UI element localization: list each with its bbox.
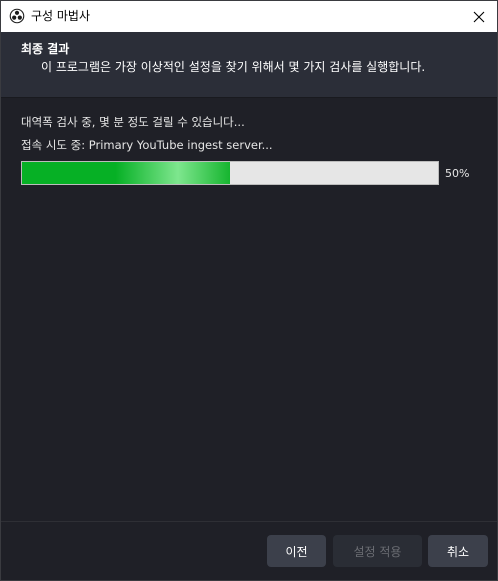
page-description: 이 프로그램은 가장 이상적인 설정을 찾기 위해서 몇 가지 검사를 실행합니… <box>41 60 426 74</box>
wizard-footer: 이전 설정 적용 취소 <box>1 522 497 580</box>
cancel-button[interactable]: 취소 <box>428 535 488 567</box>
close-button[interactable] <box>461 1 497 32</box>
page-header: 최종 결과 이 프로그램은 가장 이상적인 설정을 찾기 위해서 몇 가지 검사… <box>1 32 497 98</box>
progress-bar-fill <box>22 162 230 184</box>
close-icon <box>473 11 485 22</box>
title-bar[interactable]: 구성 마법사 <box>1 1 497 32</box>
apply-settings-button[interactable]: 설정 적용 <box>333 535 422 567</box>
test-progress-bar <box>21 161 439 185</box>
back-button[interactable]: 이전 <box>267 535 326 567</box>
configuration-wizard-window: 구성 마법사 최종 결과 이 프로그램은 가장 이상적인 설정을 찾기 위해서 … <box>0 0 498 581</box>
window-title: 구성 마법사 <box>31 9 91 23</box>
test-status-text: 대역폭 검사 중, 몇 분 정도 걸릴 수 있습니다... <box>21 115 245 129</box>
obs-logo-icon <box>9 8 25 24</box>
test-progress-panel: 대역폭 검사 중, 몇 분 정도 걸릴 수 있습니다... 접속 시도 중: P… <box>1 99 497 521</box>
progress-percent-label: 50% <box>445 167 470 180</box>
page-heading: 최종 결과 <box>21 42 70 56</box>
test-substatus-text: 접속 시도 중: Primary YouTube ingest server..… <box>21 138 273 152</box>
